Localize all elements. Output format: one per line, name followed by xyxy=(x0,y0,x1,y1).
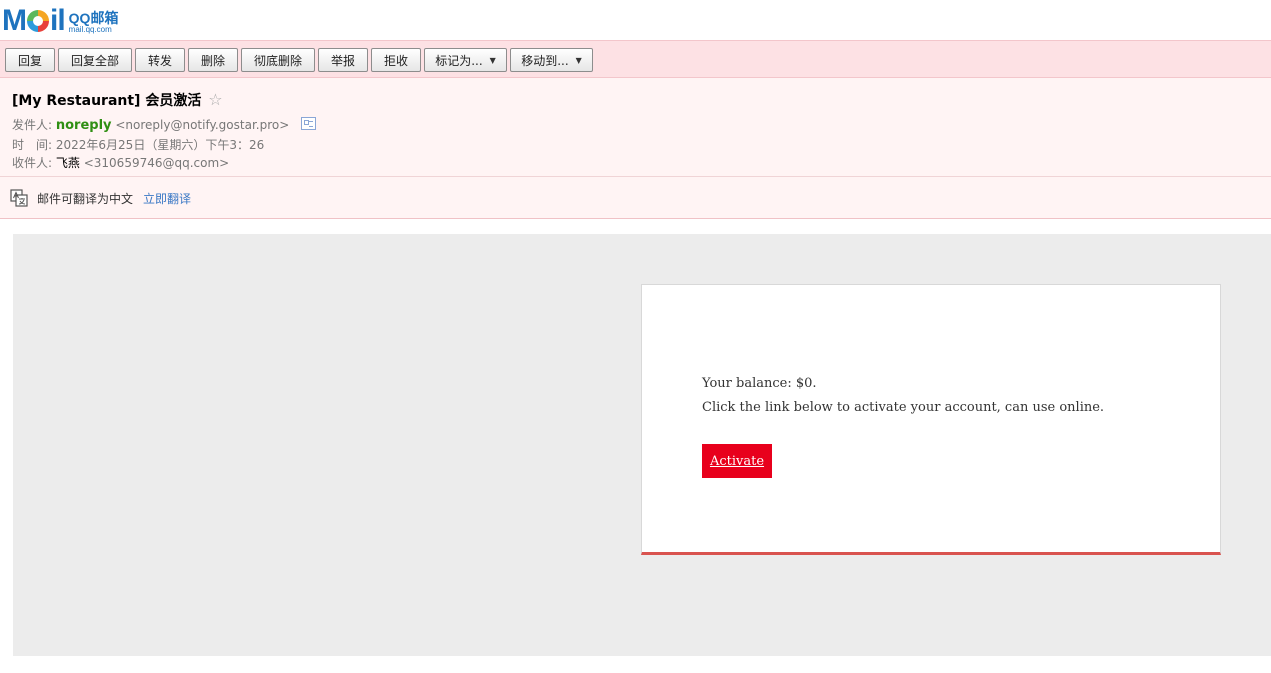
chevron-down-icon: ▼ xyxy=(489,55,496,65)
reject-button[interactable]: 拒收 xyxy=(371,48,421,72)
translate-now-link[interactable]: 立即翻译 xyxy=(143,190,191,207)
sender-name[interactable]: noreply xyxy=(56,118,112,133)
delete-button[interactable]: 删除 xyxy=(188,48,238,72)
logo-wordmark: Mil xyxy=(2,4,66,37)
mail-toolbar: 回复 回复全部 转发 删除 彻底删除 举报 拒收 标记为... ▼ 移动到... ▼ xyxy=(0,40,1271,78)
recipient-row: 收件人: 飞燕 <310659746@qq.com> xyxy=(12,156,230,170)
logo-bar: Mil QQ邮箱 mail.qq.com xyxy=(0,0,1271,40)
logo-letter-m: M xyxy=(2,4,27,37)
recipient-address: <310659746@qq.com> xyxy=(83,156,230,170)
mark-as-dropdown[interactable]: 标记为... ▼ xyxy=(424,48,507,72)
report-button[interactable]: 举报 xyxy=(318,48,368,72)
sent-time: 2022年6月25日（星期六）下午3：26 xyxy=(55,138,265,152)
logo-domain: mail.qq.com xyxy=(68,25,112,34)
translate-icon xyxy=(10,189,28,207)
translate-bar: 邮件可翻译为中文 立即翻译 xyxy=(0,176,1271,219)
mail-header: [My Restaurant] 会员激活 ☆ 发件人: noreply <nor… xyxy=(0,78,1271,219)
star-icon[interactable]: ☆ xyxy=(208,90,222,109)
sender-address: <noreply@notify.gostar.pro> xyxy=(115,118,290,132)
mail-subject: [My Restaurant] 会员激活 ☆ xyxy=(12,90,223,109)
translate-notice: 邮件可翻译为中文 xyxy=(37,192,134,206)
permanent-delete-button[interactable]: 彻底删除 xyxy=(241,48,315,72)
mail-content-area: Your balance: $0. Click the link below t… xyxy=(13,234,1271,656)
instruction-text: Click the link below to activate your ac… xyxy=(702,400,1105,415)
balance-text: Your balance: $0. xyxy=(702,376,817,391)
reply-all-button[interactable]: 回复全部 xyxy=(58,48,132,72)
reply-button[interactable]: 回复 xyxy=(5,48,55,72)
forward-button[interactable]: 转发 xyxy=(135,48,185,72)
chevron-down-icon: ▼ xyxy=(575,55,582,65)
recipient-name[interactable]: 飞燕 xyxy=(56,156,80,170)
logo-letters-il: il xyxy=(50,4,66,37)
email-card: Your balance: $0. Click the link below t… xyxy=(641,284,1221,555)
contact-card-icon[interactable] xyxy=(301,117,317,130)
logo-o-icon xyxy=(27,10,49,32)
sender-row: 发件人: noreply <noreply@notify.gostar.pro> xyxy=(12,116,317,133)
qq-mail-logo[interactable]: Mil QQ邮箱 mail.qq.com xyxy=(2,4,118,36)
logo-product-name: QQ邮箱 xyxy=(68,10,119,26)
time-row: 时 间: 2022年6月25日（星期六）下午3：26 xyxy=(12,138,265,152)
activate-button[interactable]: Activate xyxy=(702,444,772,478)
move-to-dropdown[interactable]: 移动到... ▼ xyxy=(510,48,593,72)
